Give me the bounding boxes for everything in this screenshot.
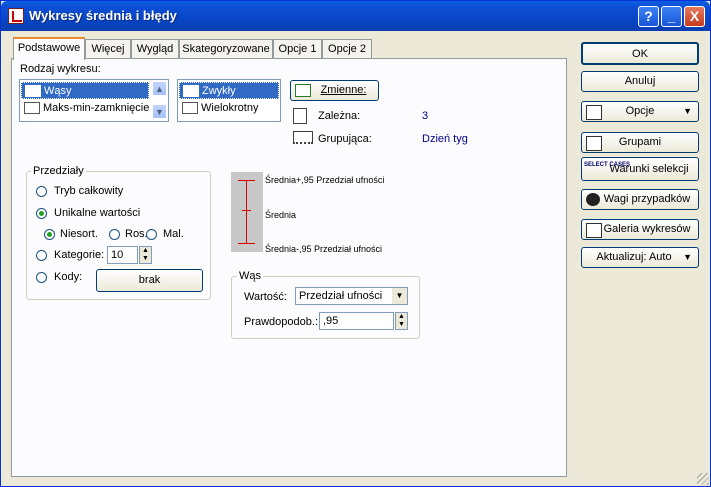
cancel-button[interactable]: Anuluj xyxy=(581,71,699,92)
ok-button[interactable]: OK xyxy=(581,42,699,65)
codes-button[interactable]: brak xyxy=(96,269,203,292)
chevron-down-icon[interactable]: ▼ xyxy=(392,288,407,304)
dialog-window: Wykresy średnia i błędy ? _ X Podstawowe… xyxy=(0,0,711,487)
full-mode-label: Tryb całkowity xyxy=(54,185,124,197)
weight-icon xyxy=(586,193,600,206)
full-mode-radio[interactable] xyxy=(36,186,47,197)
probability-label: Prawdopodob.: xyxy=(244,316,318,328)
list-item[interactable]: Maks-min-zamknięcie xyxy=(21,100,149,117)
high-low-close-icon xyxy=(24,102,40,114)
multiple-icon xyxy=(182,102,198,114)
dependent-value[interactable]: 3 xyxy=(422,110,428,122)
ascending-label: Ros. xyxy=(125,228,148,240)
stepper-up-icon[interactable]: ▲ xyxy=(396,313,407,321)
tab-wiecej[interactable]: Więcej xyxy=(85,39,131,59)
unsorted-radio[interactable] xyxy=(44,229,55,240)
title-bar: Wykresy średnia i błędy ? _ X xyxy=(1,1,710,31)
stepper-down-icon[interactable]: ▼ xyxy=(396,321,407,329)
whisker-preview xyxy=(231,172,263,252)
whiskers-icon xyxy=(25,85,41,97)
variables-button[interactable]: Zmienne: xyxy=(290,80,379,101)
preview-upper-label: Średnia+,95 Przedział ufności xyxy=(265,175,385,185)
chart-type-list[interactable]: Wąsy Maks-min-zamknięcie ▲ ▼ xyxy=(19,79,169,122)
tab-skategoryzowane[interactable]: Skategoryzowane xyxy=(179,39,273,59)
intervals-title: Przedziały xyxy=(31,165,86,177)
by-group-icon xyxy=(586,136,602,151)
descending-radio[interactable] xyxy=(146,229,157,240)
help-button[interactable]: ? xyxy=(638,6,659,27)
unsorted-label: Niesort. xyxy=(60,228,98,240)
categories-stepper[interactable]: ▲ ▼ xyxy=(139,246,152,264)
list-item[interactable]: Zwykły xyxy=(179,82,279,99)
close-button[interactable]: X xyxy=(684,6,705,27)
descending-label: Mal. xyxy=(163,228,184,240)
by-group-button[interactable]: Grupami xyxy=(581,132,699,153)
window-title: Wykresy średnia i błędy xyxy=(29,8,177,23)
tab-panel: Rodzaj wykresu: Wąsy Maks-min-zamknięcie… xyxy=(11,58,567,477)
chart-layout-list[interactable]: Zwykły Wielokrotny xyxy=(177,79,281,122)
tab-wyglad[interactable]: Wygląd xyxy=(131,39,179,59)
scroll-up-button[interactable]: ▲ xyxy=(152,81,167,96)
list-item[interactable]: Wielokrotny xyxy=(179,100,279,117)
grouping-label: Grupująca: xyxy=(318,133,372,145)
whisker-value-select[interactable]: Przedział ufności ▼ xyxy=(295,287,408,305)
codes-radio[interactable] xyxy=(36,272,47,283)
options-icon xyxy=(586,105,602,120)
stepper-up-icon[interactable]: ▲ xyxy=(140,247,151,255)
regular-icon xyxy=(183,85,199,97)
chevron-down-icon: ▼ xyxy=(683,106,692,116)
probability-input[interactable]: ,95 xyxy=(319,312,394,330)
case-weights-button[interactable]: Wagi przypadków xyxy=(581,189,699,210)
stepper-down-icon[interactable]: ▼ xyxy=(140,255,151,263)
options-button[interactable]: Opcje ▼ xyxy=(581,101,699,122)
resize-grip-icon[interactable] xyxy=(697,473,709,485)
list-item[interactable]: Wąsy xyxy=(21,82,149,99)
whisker-cap-bottom xyxy=(238,243,255,244)
probability-stepper[interactable]: ▲ ▼ xyxy=(395,312,408,330)
chart-type-label: Rodzaj wykresu: xyxy=(20,63,101,75)
unique-values-radio[interactable] xyxy=(36,208,47,219)
scroll-down-button[interactable]: ▼ xyxy=(152,104,167,119)
chart-gallery-button[interactable]: Galeria wykresów xyxy=(581,219,699,240)
gallery-icon xyxy=(586,223,602,238)
tab-opcje-1[interactable]: Opcje 1 xyxy=(273,39,322,59)
whisker-line xyxy=(246,180,247,244)
tab-opcje-2[interactable]: Opcje 2 xyxy=(322,39,372,59)
codes-label: Kody: xyxy=(54,271,83,283)
whisker-title: Wąs xyxy=(237,270,263,282)
mean-marker xyxy=(242,210,251,211)
dependent-label: Zależna: xyxy=(318,110,361,122)
grouping-icon xyxy=(293,131,313,144)
whisker-value-label: Wartość: xyxy=(244,291,287,303)
categories-radio[interactable] xyxy=(36,250,47,261)
grouping-value[interactable]: Dzień tyg xyxy=(422,133,468,145)
select-cases-button[interactable]: SELECT CASES Warunki selekcji xyxy=(581,157,699,181)
categories-input[interactable]: 10 xyxy=(107,246,138,264)
preview-lower-label: Średnia-,95 Przedział ufności xyxy=(265,244,383,254)
minimize-button[interactable]: _ xyxy=(661,6,682,27)
dependent-icon xyxy=(293,108,307,124)
ascending-radio[interactable] xyxy=(109,229,120,240)
chevron-down-icon: ▼ xyxy=(683,252,692,262)
preview-mean-label: Średnia xyxy=(265,210,297,220)
tab-podstawowe[interactable]: Podstawowe xyxy=(13,37,85,60)
unique-values-label: Unikalne wartości xyxy=(54,207,141,219)
whisker-cap-top xyxy=(238,180,255,181)
categories-label: Kategorie: xyxy=(54,249,105,261)
variables-icon xyxy=(295,84,311,97)
select-cases-icon: SELECT CASES xyxy=(584,162,631,168)
app-icon xyxy=(8,8,24,24)
update-button[interactable]: Aktualizuj: Auto ▼ xyxy=(581,247,699,268)
